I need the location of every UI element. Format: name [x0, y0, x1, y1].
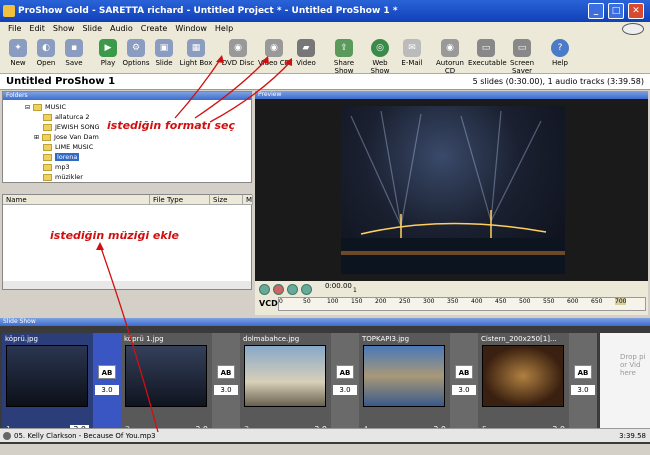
annotation-arrows [96, 55, 293, 433]
